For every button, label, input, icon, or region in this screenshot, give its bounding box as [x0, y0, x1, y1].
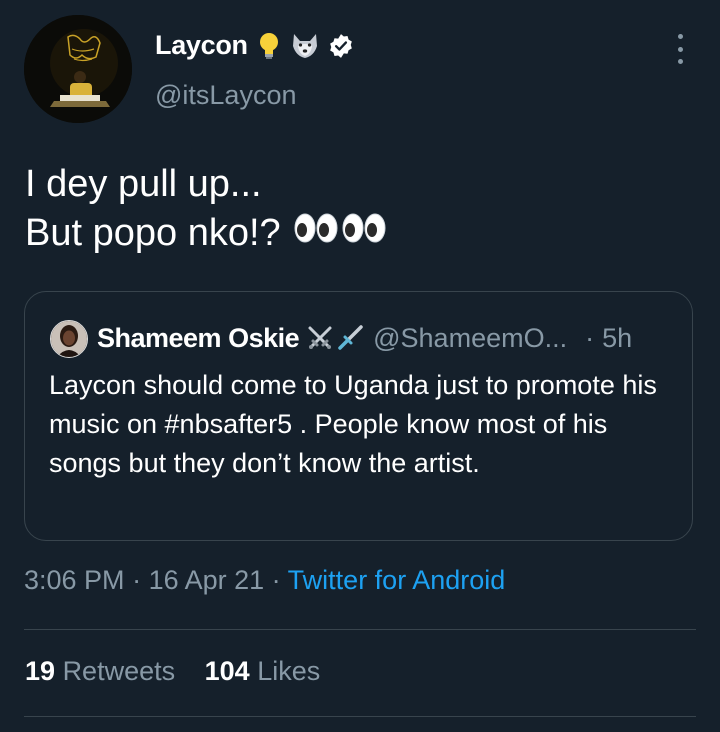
- quoted-tweet-header: Shameem Oskie @ShameemO... · 5h: [97, 320, 677, 356]
- retweets-label: Retweets: [62, 656, 176, 686]
- engagement-stats: 19 Retweets 104 Likes: [25, 656, 320, 687]
- divider: [24, 629, 696, 630]
- retweets-count: 19: [25, 656, 56, 686]
- author-display-name[interactable]: Laycon: [155, 30, 248, 61]
- crossed-swords-emoji-icon: [305, 323, 335, 353]
- divider: [24, 716, 696, 717]
- tweet-text: I dey pull up... But popo nko!?: [25, 160, 685, 258]
- tweet-text-line-1: I dey pull up...: [25, 163, 262, 205]
- quoted-timestamp[interactable]: 5h: [602, 323, 632, 354]
- more-options-icon[interactable]: [668, 34, 692, 64]
- quoted-tweet-text: Laycon should come to Uganda just to pro…: [49, 370, 657, 478]
- likes-label: Likes: [257, 656, 321, 686]
- wolf-emoji-icon: [290, 31, 320, 61]
- likes-count: 104: [204, 656, 250, 686]
- author-handle[interactable]: @itsLaycon: [155, 80, 296, 111]
- eyes-emoji-icon: [341, 209, 387, 258]
- lightbulb-emoji-icon: [254, 31, 284, 61]
- author-avatar[interactable]: [24, 15, 132, 123]
- quoted-author-avatar[interactable]: [50, 320, 88, 358]
- meta-separator: ·: [264, 565, 288, 595]
- tweet-source-link[interactable]: Twitter for Android: [288, 565, 506, 595]
- retweets-stat[interactable]: 19 Retweets: [25, 656, 175, 686]
- dagger-emoji-icon: [335, 323, 365, 353]
- author-display-name-row[interactable]: Laycon: [155, 30, 356, 61]
- tweet-date[interactable]: 16 Apr 21: [149, 565, 265, 595]
- meta-separator: ·: [124, 565, 149, 595]
- tweet-meta: 3:06 PM · 16 Apr 21 · Twitter for Androi…: [24, 565, 505, 596]
- tweet-text-line-2-text: But popo nko!?: [25, 212, 281, 254]
- quoted-separator: ·: [585, 322, 595, 353]
- quoted-author-handle[interactable]: @ShameemO...: [373, 323, 567, 354]
- quoted-tweet-card[interactable]: Shameem Oskie @ShameemO... · 5h Laycon s…: [24, 291, 693, 541]
- quoted-author-name[interactable]: Shameem Oskie: [97, 323, 300, 354]
- verified-badge-icon: [326, 31, 356, 61]
- tweet-time[interactable]: 3:06 PM: [24, 565, 125, 595]
- tweet-text-line-2: But popo nko!?: [25, 209, 685, 258]
- tweet: Laycon @itsLaycon I dey pull up... But p…: [0, 0, 720, 732]
- likes-stat[interactable]: 104 Likes: [205, 656, 321, 686]
- eyes-emoji-icon: [293, 209, 339, 258]
